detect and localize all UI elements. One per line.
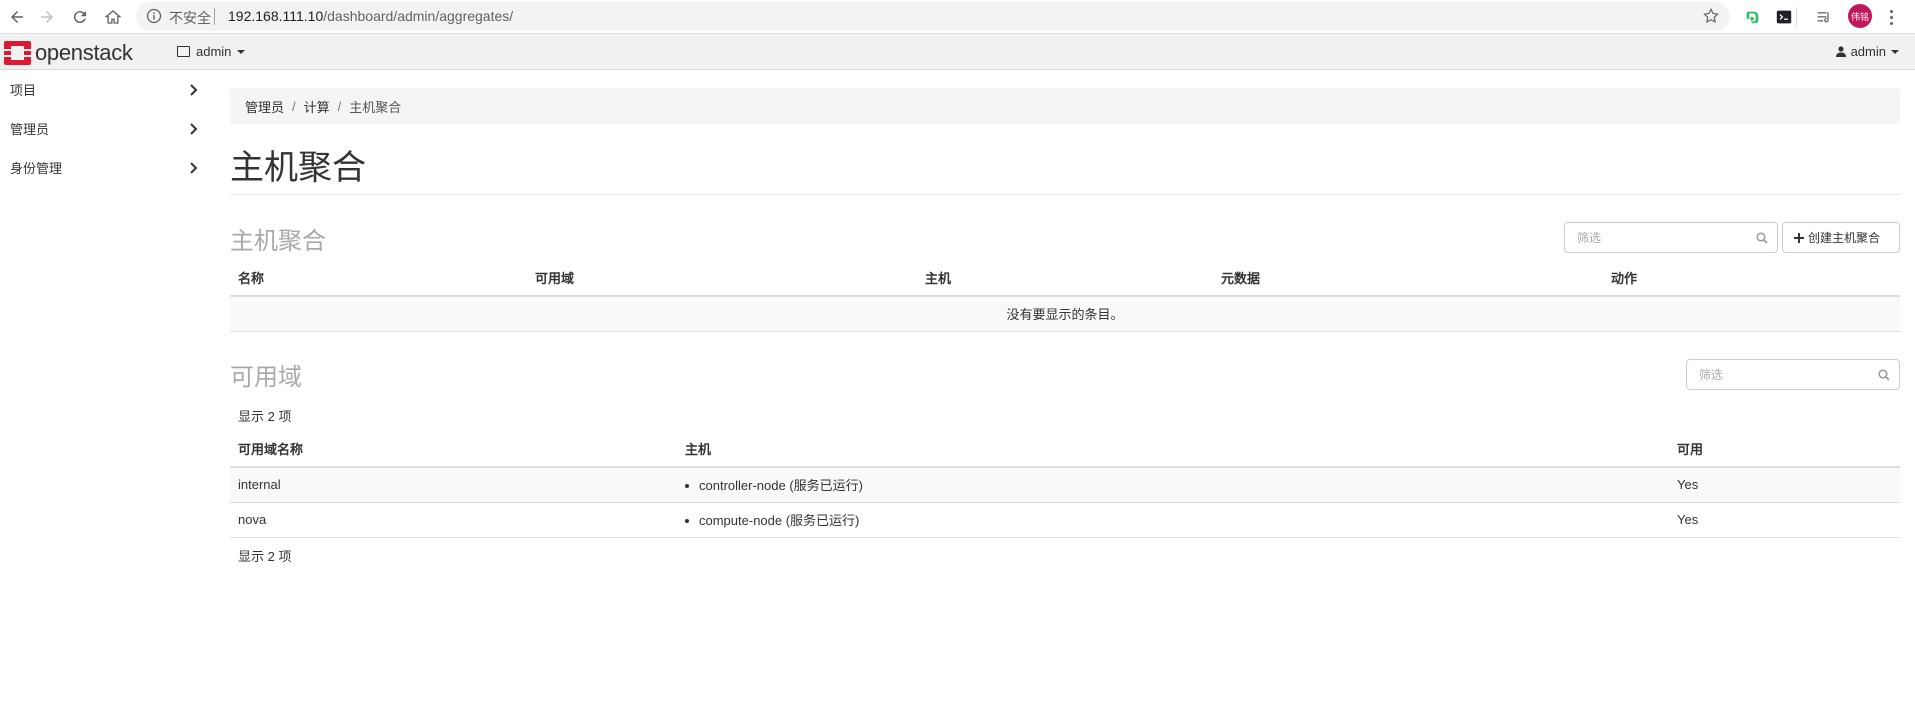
url-text[interactable]: 192.168.111.10/dashboard/admin/aggregate… xyxy=(228,8,513,24)
bookmark-star-icon[interactable] xyxy=(1702,7,1720,25)
sidebar-item-identity[interactable]: 身份管理 xyxy=(0,148,210,187)
title-divider xyxy=(230,194,1900,195)
toolbar-divider xyxy=(1796,7,1797,27)
caret-down-icon xyxy=(1891,49,1899,54)
zone-name-cell: nova xyxy=(230,502,677,538)
sidebar-item-admin[interactable]: 管理员 xyxy=(0,109,210,148)
column-header-metadata[interactable]: 元数据 xyxy=(1213,260,1603,297)
search-icon xyxy=(1878,369,1890,381)
zone-host-cell: controller-node (服务已运行) xyxy=(677,467,1669,503)
breadcrumb-item-compute[interactable]: 计算 xyxy=(304,97,330,116)
aggregates-filter-field[interactable] xyxy=(1565,223,1777,252)
column-header-hosts[interactable]: 主机 xyxy=(917,260,1213,297)
back-arrow-icon[interactable] xyxy=(4,4,30,30)
zone-host-cell: compute-node (服务已运行) xyxy=(677,502,1669,538)
zone-available-cell: Yes xyxy=(1669,502,1900,538)
zone-available-cell: Yes xyxy=(1669,467,1900,503)
plus-icon xyxy=(1794,232,1804,243)
zones-filter-field[interactable] xyxy=(1687,360,1899,389)
breadcrumb-separator: / xyxy=(292,98,296,114)
breadcrumb-separator: / xyxy=(337,98,342,114)
user-icon xyxy=(1835,46,1846,57)
project-label: admin xyxy=(196,44,232,59)
empty-row: 没有要显示的条目。 xyxy=(230,296,1900,332)
aggregates-filter-input[interactable] xyxy=(1564,222,1778,253)
bullet xyxy=(685,483,689,488)
evernote-extension-icon[interactable] xyxy=(1740,5,1764,29)
sidebar-item-label: 管理员 xyxy=(10,122,50,137)
empty-message: 没有要显示的条目。 xyxy=(230,296,1900,332)
address-bar[interactable]: 不安全 192.168.111.10/dashboard/admin/aggre… xyxy=(136,2,1730,31)
browser-toolbar: 不安全 192.168.111.10/dashboard/admin/aggre… xyxy=(0,0,1915,34)
browser-menu-icon[interactable] xyxy=(1884,5,1898,29)
column-header-hosts[interactable]: 主机 xyxy=(677,431,1669,468)
zone-name-cell: internal xyxy=(230,467,677,503)
aggregates-section-title: 主机聚合 xyxy=(230,228,326,255)
zones-section-title: 可用域 xyxy=(230,364,302,391)
breadcrumb-item-aggregates: 主机聚合 xyxy=(349,99,402,115)
insecure-label: 不安全 xyxy=(169,10,211,26)
forward-arrow-icon[interactable] xyxy=(34,4,60,30)
table-header-row: 可用域名称 主机 可用 xyxy=(230,431,1900,468)
page-title: 主机聚合 xyxy=(230,149,366,187)
terminal-extension-icon[interactable] xyxy=(1772,5,1796,29)
column-header-zone-name[interactable]: 可用域名称 xyxy=(230,431,677,468)
table-header-row: 名称 可用域 主机 元数据 动作 xyxy=(230,260,1900,297)
search-icon xyxy=(1756,232,1768,244)
zones-filter-input[interactable] xyxy=(1686,359,1900,390)
sidebar: 项目 管理员 身份管理 xyxy=(0,70,210,187)
column-header-zone[interactable]: 可用域 xyxy=(527,260,917,297)
brand-name: openstack xyxy=(35,40,133,65)
openstack-logo[interactable]: openstack xyxy=(4,40,133,66)
column-header-name[interactable]: 名称 xyxy=(230,260,527,297)
breadcrumb: 管理员 / 计算 / 主机聚合 xyxy=(230,88,1900,124)
table-row: nova compute-node (服务已运行) Yes xyxy=(230,502,1900,538)
top-navbar: openstack admin admin xyxy=(0,34,1915,70)
user-label: admin xyxy=(1850,44,1886,59)
create-aggregate-button[interactable]: 创建主机聚合 xyxy=(1782,222,1900,253)
zones-table: 可用域名称 主机 可用 internal controller-node (服务… xyxy=(230,431,1900,538)
user-dropdown[interactable]: admin xyxy=(1835,44,1899,59)
column-header-available[interactable]: 可用 xyxy=(1669,431,1900,468)
home-icon[interactable] xyxy=(100,4,126,30)
reading-list-icon[interactable] xyxy=(1812,5,1836,29)
project-icon xyxy=(177,46,190,57)
sidebar-item-label: 项目 xyxy=(10,83,37,98)
table-row: internal controller-node (服务已运行) Yes xyxy=(230,467,1900,503)
chevron-right-icon xyxy=(190,84,198,96)
create-aggregate-label: 创建主机聚合 xyxy=(1808,231,1881,245)
caret-down-icon xyxy=(237,49,246,54)
aggregates-table: 名称 可用域 主机 元数据 动作 没有要显示的条目。 xyxy=(230,260,1900,332)
bullet xyxy=(685,518,689,523)
profile-avatar[interactable]: 伟铭 xyxy=(1848,4,1872,28)
chevron-right-icon xyxy=(190,162,198,174)
project-dropdown[interactable]: admin xyxy=(177,44,246,59)
chevron-right-icon xyxy=(190,123,198,135)
sidebar-item-label: 身份管理 xyxy=(10,161,63,176)
info-icon[interactable] xyxy=(146,8,162,24)
zones-count-bottom: 显示 2 项 xyxy=(238,549,292,564)
breadcrumb-item-admin[interactable]: 管理员 xyxy=(245,97,284,116)
reload-icon[interactable] xyxy=(67,4,93,30)
separator xyxy=(214,8,215,25)
sidebar-item-project[interactable]: 项目 xyxy=(0,70,210,109)
openstack-logo-icon xyxy=(4,41,31,65)
zones-count-top: 显示 2 项 xyxy=(238,409,292,424)
column-header-actions: 动作 xyxy=(1603,260,1900,297)
